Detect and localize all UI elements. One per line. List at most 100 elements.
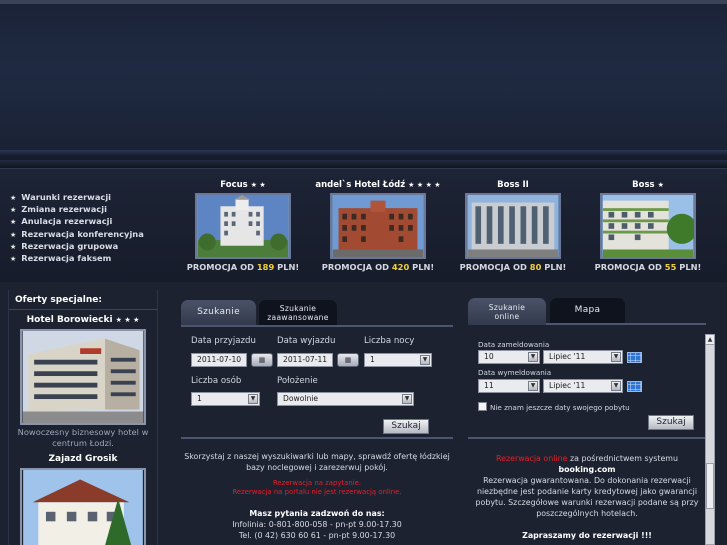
search-button[interactable]: Szukaj [383, 419, 429, 434]
promo-price: 420 [391, 262, 410, 272]
checkout-label: Data wymeldowania [478, 368, 552, 377]
offer2-name[interactable]: Zajazd Grosik [9, 454, 157, 464]
star-bullet-icon: ★ [10, 230, 17, 239]
hotel-card-focus[interactable]: Focus ★ ★ PROMOCJA OD 189 PLN! [178, 179, 308, 272]
tab-szukanie[interactable]: Szukanie [181, 300, 256, 325]
info-text: niezbędne jest podanie karty kredytowej … [476, 487, 698, 496]
chevron-down-icon: ▼ [402, 394, 412, 404]
link-rezerwacja-grupowa[interactable]: ★ Rezerwacja grupowa [10, 240, 144, 252]
phone-line: Infolinia: 0-801-800-058 - pn-pt 9.00-17… [232, 520, 402, 529]
arrival-date-label: Data przyjazdu [191, 336, 256, 346]
special-offers-column: Oferty specjalne: Hotel Borowiecki ★ ★ ★… [8, 290, 158, 545]
hotel-card-boss-ii[interactable]: Boss II PROMOCJA OD 80 PLN! [448, 179, 578, 272]
tab-label: Szukanie zaawansowane [267, 304, 329, 322]
link-zmiana-rezerwacji[interactable]: ★ Zmiana rezerwacji [10, 203, 144, 215]
hotel-card-andels[interactable]: andel`s Hotel Łódź ★ ★ ★ ★ PROMOCJA OD 4… [313, 179, 443, 272]
no-dates-checkbox[interactable] [478, 402, 487, 411]
chevron-down-icon: ▼ [528, 352, 538, 362]
hotel-photo[interactable] [600, 193, 696, 259]
persons-select[interactable]: 1 ▼ [191, 392, 260, 406]
link-warunki-rezerwacji[interactable]: ★ Warunki rezerwacji [10, 191, 144, 203]
offer-description: Nowoczesny biznesowy hotel w centrum Łod… [9, 427, 157, 449]
link-rezerwacja-konferencyjna[interactable]: ★ Rezerwacja konferencyjna [10, 228, 144, 240]
hotel-name: Focus ★ ★ [178, 179, 308, 193]
promo-suffix: PLN! [679, 262, 702, 272]
departure-date-label: Data wyjazdu [277, 336, 336, 346]
offer-name[interactable]: Hotel Borowiecki ★ ★ ★ [9, 315, 157, 325]
hotel-photo[interactable] [195, 193, 291, 259]
tab-szukanie-online[interactable]: Szukanie online [468, 298, 546, 325]
promo-suffix: PLN! [412, 262, 435, 272]
promo-prefix: PROMOCJA OD [594, 262, 662, 272]
link-label: Rezerwacja konferencyjna [21, 228, 144, 239]
offer-name-text: Hotel Borowiecki [26, 315, 113, 325]
hotel-photo[interactable] [465, 193, 561, 259]
calendar-icon[interactable]: ▦ [337, 353, 359, 367]
star-bullet-icon: ★ [10, 206, 17, 215]
calendar-icon[interactable]: ▦ [251, 353, 273, 367]
promo-suffix: PLN! [544, 262, 567, 272]
hotel-name-text: andel`s Hotel Łódź [315, 180, 406, 190]
star-bullet-icon: ★ [10, 194, 17, 202]
nights-select[interactable]: 1 ▼ [364, 353, 432, 367]
inquiry-notice: Rezerwacja na zapytanie. [272, 479, 362, 487]
info-text: bazy noclegowej i zarezerwuj pokój. [246, 463, 388, 472]
header-divider-bottom [0, 160, 727, 168]
hotel-name: Boss II [448, 179, 578, 193]
checkout-day-select[interactable]: 11 ▼ [478, 379, 540, 393]
hotel-name-text: Focus [220, 180, 248, 190]
offer-desc-line: Nowoczesny biznesowy hotel w [17, 427, 149, 437]
tab-szukanie-zaawansowane[interactable]: Szukanie zaawansowane [259, 300, 337, 325]
info-text: poszczególnych hotelach. [536, 509, 638, 518]
hotel-card-boss[interactable]: Boss ★ PROMOCJA OD 55 PLN! [583, 179, 713, 272]
hotel-photo[interactable] [330, 193, 426, 259]
offer-photo[interactable] [20, 329, 146, 425]
hotel-promo: PROMOCJA OD 420 PLN! [313, 262, 443, 272]
arrival-date-input[interactable]: 2011-07-10 [191, 353, 247, 367]
online-search-panel: Szukanie online Mapa Data zameldowania 10… [468, 298, 706, 435]
link-anulacja-rezerwacji[interactable]: ★ Anulacja rezerwacji [10, 215, 144, 227]
persons-label: Liczba osób [191, 376, 242, 386]
tab-mapa[interactable]: Mapa [550, 298, 625, 323]
checkout-month-select[interactable]: Lipiec '11 ▼ [543, 379, 623, 393]
scroll-up-icon[interactable]: ▲ [706, 335, 714, 345]
offer-desc-line: centrum Łodzi. [52, 438, 114, 448]
booking-info: Rezerwacja online za pośrednictwem syste… [468, 437, 706, 545]
link-label: Zmiana rezerwacji [21, 204, 107, 215]
online-tabs: Szukanie online Mapa [468, 298, 706, 325]
tab-label-line: zaawansowane [267, 312, 329, 322]
online-booking-link[interactable]: Rezerwacja online [496, 454, 567, 463]
calendar-icon[interactable] [627, 381, 642, 392]
scrollbar[interactable]: ▲ [705, 334, 715, 545]
offer2-photo[interactable] [20, 468, 146, 545]
tab-label: Mapa [574, 305, 601, 315]
location-label: Położenie [277, 376, 318, 386]
scrollbar-thumb[interactable] [706, 463, 714, 509]
booking-brand: booking.com [558, 465, 616, 474]
online-search-button[interactable]: Szukaj [648, 415, 694, 430]
checkin-month-value: Lipiec '11 [549, 352, 586, 361]
link-label: Warunki rezerwacji [21, 192, 112, 202]
quick-links-menu: ★ Warunki rezerwacji ★ Zmiana rezerwacji ★… [10, 191, 144, 264]
no-dates-label: Nie znam jeszcze daty swojego pobytu [490, 403, 630, 412]
offer-stars: ★ ★ ★ [115, 316, 140, 324]
departure-date-input[interactable]: 2011-07-11 [277, 353, 333, 367]
link-label: Rezerwacja grupowa [21, 240, 119, 251]
tab-label: Szukanie [197, 307, 240, 317]
link-rezerwacja-faksem[interactable]: ★ Rezerwacja faksem [10, 252, 144, 264]
promo-price: 189 [256, 262, 275, 272]
star-bullet-icon: ★ [10, 242, 17, 251]
location-value: Dowolnie [283, 394, 319, 403]
hotel-stars: ★ [657, 181, 664, 189]
calendar-icon[interactable] [627, 352, 642, 363]
checkin-month-select[interactable]: Lipiec '11 ▼ [543, 350, 623, 364]
location-select[interactable]: Dowolnie ▼ [277, 392, 414, 406]
checkin-day-select[interactable]: 10 ▼ [478, 350, 540, 364]
search-panel: Szukanie Szukanie zaawansowane Data przyj… [181, 300, 453, 435]
promo-price: 80 [529, 262, 542, 272]
checkout-day-value: 11 [484, 381, 494, 390]
tab-label: Szukanie online [489, 303, 526, 321]
info-text: Rezerwacja gwarantowana. Do dokonania re… [483, 476, 691, 485]
info-text: Rezerwacja online za pośrednictwem syste… [468, 453, 706, 464]
invite-text: Zapraszamy do rezerwacji !!! [522, 531, 652, 540]
